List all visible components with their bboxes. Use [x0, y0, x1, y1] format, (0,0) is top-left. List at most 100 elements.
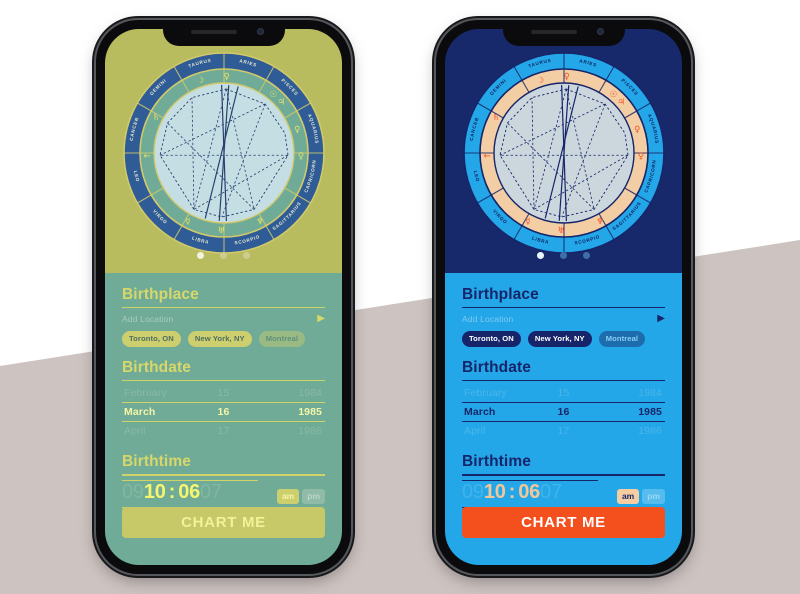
form-panel-olive: Birthplace Add Location ▶ Toronto, ON Ne…	[105, 273, 342, 565]
pagination-dot[interactable]	[243, 252, 250, 259]
form-panel-blue: Birthplace Add Location ▶ Toronto, ON Ne…	[445, 273, 682, 565]
date-year[interactable]: 1985	[597, 406, 665, 418]
location-suggestions: Toronto, ON New York, NY Montreal	[122, 331, 325, 347]
birthtime-title: Birthtime	[122, 453, 191, 471]
time-minute-next[interactable]: 07	[200, 481, 222, 504]
date-day[interactable]: 17	[190, 425, 258, 437]
location-input[interactable]: Add Location	[462, 314, 513, 324]
location-chip[interactable]: Montreal	[258, 331, 306, 347]
date-row[interactable]: February 15 1984	[122, 384, 325, 402]
svg-text:♅: ♅	[557, 226, 565, 236]
chart-panel-blue: ARIES PISCES AQUARIUS CAPRICORN SAGITTARIUS S…	[445, 29, 682, 273]
pagination-dot[interactable]	[197, 252, 204, 259]
date-day[interactable]: 16	[530, 406, 598, 418]
chart-panel-olive: ARIES PISCES AQUARIUS CAPRICORN SAGITTARIUS S…	[105, 29, 342, 273]
birthplace-input-row[interactable]: Add Location ▶	[462, 314, 665, 325]
time-minute[interactable]: 06	[178, 481, 200, 504]
pagination-dot[interactable]	[560, 252, 567, 259]
play-triangle-icon[interactable]: ▶	[657, 314, 665, 324]
chart-me-button[interactable]: CHART ME	[462, 507, 665, 538]
svg-text:♆: ♆	[256, 217, 264, 227]
am-button[interactable]: am	[616, 488, 640, 505]
play-triangle-icon[interactable]: ▶	[317, 314, 325, 324]
location-chip[interactable]: New York, NY	[187, 331, 252, 347]
location-suggestions: Toronto, ON New York, NY Montreal	[462, 331, 665, 347]
pm-button[interactable]: pm	[302, 488, 325, 505]
time-hour[interactable]: 10	[484, 481, 506, 504]
location-chip[interactable]: Toronto, ON	[122, 331, 181, 347]
time-separator: :	[508, 480, 516, 503]
birthdate-title: Birthdate	[122, 358, 191, 376]
date-month[interactable]: February	[122, 387, 190, 399]
birthplace-input-row[interactable]: Add Location ▶	[122, 314, 325, 325]
birthtime-row: 09 10 : 06 07 am pm	[122, 479, 325, 508]
date-row-selected[interactable]: March 16 1985	[122, 403, 325, 421]
time-minute[interactable]: 06	[518, 481, 540, 504]
date-month[interactable]: February	[462, 387, 530, 399]
location-chip[interactable]: Montreal	[598, 331, 646, 347]
date-year[interactable]: 1986	[257, 425, 325, 437]
chart-me-button[interactable]: CHART ME	[122, 507, 325, 538]
meridiem-toggle[interactable]: am pm	[276, 488, 325, 505]
phone-screen-olive: ARIES PISCES AQUARIUS CAPRICORN SAGITTARIUS S…	[105, 29, 342, 565]
pm-button[interactable]: pm	[642, 488, 665, 505]
am-button[interactable]: am	[276, 488, 300, 505]
pagination-dots-blue[interactable]	[445, 252, 682, 259]
time-minute-next[interactable]: 07	[540, 481, 562, 504]
date-day[interactable]: 17	[530, 425, 598, 437]
time-separator: :	[168, 480, 176, 503]
time-hour[interactable]: 10	[144, 481, 166, 504]
speaker-grille-icon	[190, 30, 237, 34]
date-day[interactable]: 16	[190, 406, 258, 418]
pagination-dot[interactable]	[583, 252, 590, 259]
astrology-wheel-icon[interactable]: ARIES PISCES AQUARIUS CAPRICORN SAGITTARIUS S…	[122, 51, 326, 255]
date-month[interactable]: April	[462, 425, 530, 437]
time-digits[interactable]: 09 10 : 06 07	[462, 481, 598, 507]
location-chip[interactable]: Toronto, ON	[462, 331, 521, 347]
pagination-dot[interactable]	[537, 252, 544, 259]
date-row[interactable]: April 17 1986	[462, 422, 665, 440]
meridiem-toggle[interactable]: am pm	[616, 488, 665, 505]
speaker-grille-icon	[530, 30, 577, 34]
front-camera-icon	[256, 28, 264, 35]
location-chip[interactable]: New York, NY	[527, 331, 592, 347]
time-hour-prev[interactable]: 09	[122, 481, 144, 504]
date-row[interactable]: April 17 1986	[122, 422, 325, 440]
phone-device-blue: ARIES PISCES AQUARIUS CAPRICORN SAGITTARIUS S…	[436, 20, 691, 574]
date-year[interactable]: 1986	[597, 425, 665, 437]
birthdate-rule	[122, 379, 325, 382]
birthtime-picker[interactable]: 09 10 : 06 07	[122, 479, 258, 508]
location-input[interactable]: Add Location	[122, 314, 173, 324]
pagination-dots-olive[interactable]	[105, 252, 342, 259]
date-year[interactable]: 1984	[597, 387, 665, 399]
date-year[interactable]: 1984	[257, 387, 325, 399]
astrology-wheel-icon[interactable]: ARIES PISCES AQUARIUS CAPRICORN SAGITTARIUS S…	[462, 51, 666, 255]
birthdate-picker[interactable]: February 15 1984 March 16 1985 April 17	[122, 384, 325, 440]
birthtime-title: Birthtime	[462, 453, 531, 471]
svg-text:♆: ♆	[596, 217, 604, 227]
time-digits[interactable]: 09 10 : 06 07	[122, 481, 258, 507]
time-hour-prev[interactable]: 09	[462, 481, 484, 504]
date-month[interactable]: March	[122, 406, 190, 418]
birthdate-rule	[462, 379, 665, 382]
svg-text:♀: ♀	[634, 125, 640, 135]
svg-text:♃: ♃	[277, 97, 285, 107]
date-row-selected[interactable]: March 16 1985	[462, 403, 665, 421]
date-year[interactable]: 1985	[257, 406, 325, 418]
date-month[interactable]: April	[122, 425, 190, 437]
date-row[interactable]: February 15 1984	[462, 384, 665, 402]
svg-text:♀: ♀	[223, 72, 229, 82]
svg-text:☿: ☿	[185, 217, 190, 227]
birthdate-picker[interactable]: February 15 1984 March 16 1985 April 17	[462, 384, 665, 440]
phone-notch	[502, 20, 625, 46]
date-day[interactable]: 15	[530, 387, 598, 399]
date-month[interactable]: March	[462, 406, 530, 418]
pagination-dot[interactable]	[220, 252, 227, 259]
svg-text:♀: ♀	[563, 72, 569, 82]
date-day[interactable]: 15	[190, 387, 258, 399]
svg-text:☉: ☉	[609, 90, 617, 100]
phone-screen-blue: ARIES PISCES AQUARIUS CAPRICORN SAGITTARIUS S…	[445, 29, 682, 565]
birthtime-rule	[462, 474, 665, 476]
svg-text:♀: ♀	[294, 125, 300, 135]
birthtime-picker[interactable]: 09 10 : 06 07	[462, 479, 598, 508]
